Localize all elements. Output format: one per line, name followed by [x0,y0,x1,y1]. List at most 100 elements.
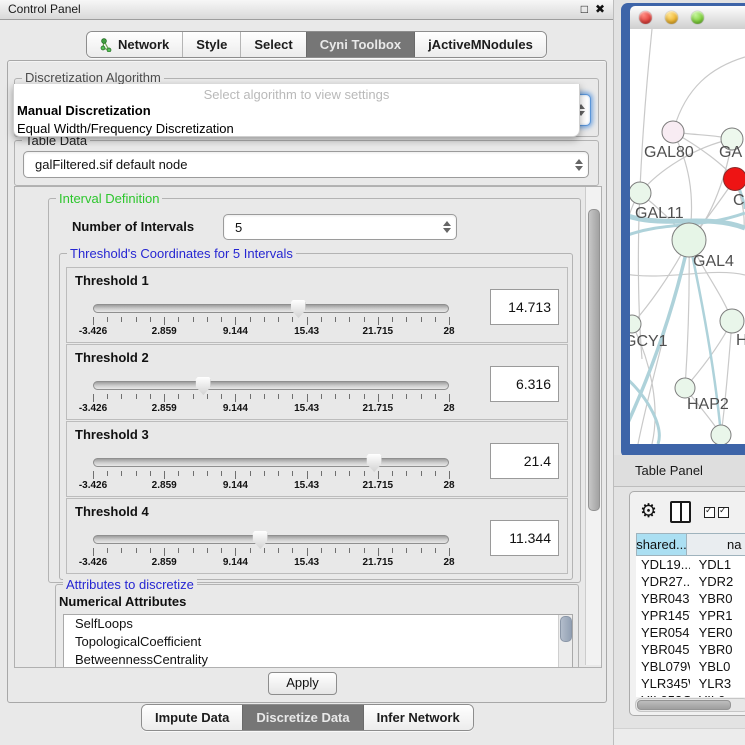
threshold-4-slider[interactable] [93,535,449,544]
dropdown-option-equal-width[interactable]: Equal Width/Frequency Discretization [14,120,579,138]
table-horizontal-scrollbar[interactable] [635,698,745,712]
cell-shared-name[interactable]: YIL053C [636,692,690,697]
cell-name[interactable]: YIL0 [690,692,745,697]
tab-discretize-data[interactable]: Discretize Data [242,705,362,730]
thresholds-groupbox: Threshold's Coordinates for 5 Intervals … [59,253,573,580]
cell-shared-name[interactable]: YPR145W [636,607,690,624]
cell-shared-name[interactable]: YBR045C [636,641,690,658]
checkbox-icon[interactable] [718,507,729,518]
tab-infer-network[interactable]: Infer Network [363,705,473,730]
slider-tick-label: 9.144 [223,557,248,568]
cell-name[interactable]: YLR3 [690,675,745,692]
slider-tick-label: -3.426 [79,557,107,568]
table-row[interactable]: YDR27...YDR2 [636,573,745,590]
attributes-list-scrollbar[interactable] [558,615,572,667]
num-intervals-spinner[interactable]: 5 [223,214,457,240]
threshold-2-value-field[interactable]: 6.316 [490,366,559,402]
close-window-icon[interactable]: ✖ [595,0,605,19]
slider-tick [178,394,179,399]
table-row[interactable]: YBR045CYBR0 [636,641,745,658]
select-columns-icons[interactable] [704,507,729,518]
network-canvas[interactable]: GAL80 GA GAL11 GAL4 GCY1 H HAP2 C [630,29,745,444]
tab-cyni-toolbox[interactable]: Cyni Toolbox [306,32,414,57]
tab-style[interactable]: Style [182,32,240,57]
slider-thumb[interactable] [196,377,211,395]
slider-tick [307,394,308,402]
table-row[interactable]: YIL053CYIL0 [636,692,745,697]
tab-network[interactable]: Network [87,32,182,57]
tab-select[interactable]: Select [240,32,305,57]
tab-jactivemnodules[interactable]: jActiveMNodules [414,32,546,57]
column-header-name[interactable]: na [687,533,745,556]
threshold-2-slider[interactable] [93,381,449,390]
table-row[interactable]: YPR145WYPR1 [636,607,745,624]
node-gal4[interactable] [672,223,706,257]
table-row[interactable]: YER054CYER0 [636,624,745,641]
node-hap2[interactable] [675,378,695,398]
table-row[interactable]: YLR345WYLR3 [636,675,745,692]
slider-tick [107,394,108,399]
column-header-shared-name[interactable]: shared... [636,533,687,556]
cell-name[interactable]: YER0 [690,624,745,641]
attribute-list-item[interactable]: TopologicalCoefficient [64,633,572,651]
table-row[interactable]: YDL19...YDL1 [636,556,745,573]
cell-shared-name[interactable]: YLR345W [636,675,690,692]
slider-tick-label: 2.859 [152,480,177,491]
slider-tick [221,548,222,553]
threshold-3-value-field[interactable]: 21.4 [490,443,559,479]
threshold-1-value-field[interactable]: 14.713 [490,289,559,325]
slider-tick [406,548,407,553]
slider-tick [264,394,265,399]
slider-thumb[interactable] [291,300,306,318]
attribute-list-item[interactable]: BetweennessCentrality [64,651,572,668]
cell-name[interactable]: YDL1 [690,556,745,573]
cell-name[interactable]: YPR1 [690,607,745,624]
numerical-attributes-list[interactable]: SelfLoopsTopologicalCoefficientBetweenne… [63,614,573,668]
svg-text:GAL4: GAL4 [693,253,734,270]
dropdown-option-manual[interactable]: Manual Discretization [14,102,579,120]
cell-shared-name[interactable]: YBR043C [636,590,690,607]
checkbox-icon[interactable] [704,507,715,518]
control-panel: Control Panel □ ✖ Network Style Sele [0,0,614,745]
attribute-list-item[interactable]: SelfLoops [64,615,572,633]
node-gal80[interactable] [662,121,684,143]
threshold-1-slider[interactable] [93,304,449,313]
close-traffic-light-icon[interactable] [639,11,652,24]
slider-thumb[interactable] [367,454,382,472]
slider-tick [207,548,208,553]
slider-tick-label: 9.144 [223,480,248,491]
cell-name[interactable]: YBL0 [690,658,745,675]
tab-impute-data[interactable]: Impute Data [142,705,242,730]
cell-name[interactable]: YDR2 [690,573,745,590]
table-data-combobox[interactable]: galFiltered.sif default node [23,151,589,178]
network-window-titlebar[interactable] [630,6,745,30]
table-row[interactable]: YBL079WYBL0 [636,658,745,675]
cell-shared-name[interactable]: YER054C [636,624,690,641]
float-window-icon[interactable]: □ [581,0,588,19]
cell-shared-name[interactable]: YDR27... [636,573,690,590]
slider-tick [193,394,194,399]
slider-thumb[interactable] [253,531,268,549]
threshold-4-value-field[interactable]: 11.344 [490,520,559,556]
gear-icon[interactable]: ⚙ [640,501,657,523]
cell-name[interactable]: YBR0 [690,590,745,607]
slider-tick [292,317,293,322]
slider-tick-label: 28 [443,480,454,491]
node-bottom[interactable] [711,425,731,444]
cell-shared-name[interactable]: YDL19... [636,556,690,573]
slider-tick-label: -3.426 [79,326,107,337]
table-row[interactable]: YBR043CYBR0 [636,590,745,607]
threshold-3-slider[interactable] [93,458,449,467]
node-right[interactable] [720,309,744,333]
zoom-traffic-light-icon[interactable] [691,11,704,24]
cell-name[interactable]: YBR0 [690,641,745,658]
minimize-traffic-light-icon[interactable] [665,11,678,24]
node-red-selected[interactable] [724,168,745,191]
slider-tick-label: 28 [443,403,454,414]
cell-shared-name[interactable]: YBL079W [636,658,690,675]
apply-button[interactable]: Apply [268,672,337,695]
node-gal11[interactable] [630,182,651,204]
panel-vertical-scrollbar[interactable] [585,187,601,665]
slider-tick [364,394,365,399]
split-columns-icon[interactable] [670,501,691,523]
